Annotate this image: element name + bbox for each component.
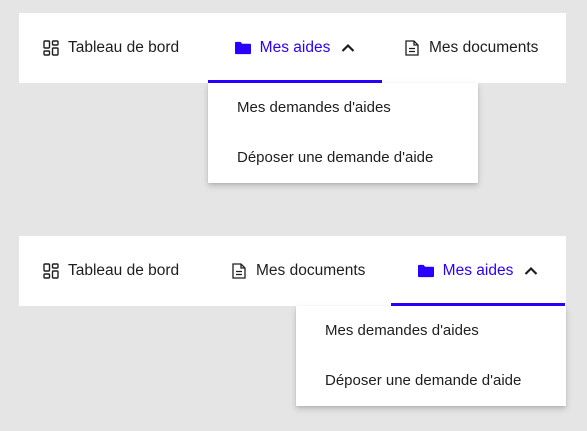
folder-icon: [417, 263, 434, 279]
menu-item-mes-demandes[interactable]: Mes demandes d'aides: [237, 99, 391, 116]
document-icon: [404, 40, 420, 56]
chevron-up-icon[interactable]: [341, 41, 355, 55]
dashboard-icon: [43, 40, 59, 56]
nav-item-mes-aides[interactable]: Mes aides: [391, 236, 565, 306]
nav-item-label: Tableau de bord: [68, 262, 180, 279]
dashboard-icon: [43, 263, 59, 279]
menu-item-mes-demandes[interactable]: Mes demandes d'aides: [325, 322, 479, 339]
nav-item-label: Mes aides: [442, 262, 514, 279]
nav-item-mes-aides[interactable]: Mes aides: [208, 13, 382, 83]
menu-item-deposer-demande[interactable]: Déposer une demande d'aide: [325, 372, 521, 389]
nav-item-label: Mes aides: [259, 39, 331, 56]
dropdown-menu-bottom: Mes demandes d'aides Déposer une demande…: [296, 306, 566, 406]
folder-icon: [234, 40, 251, 56]
navbar-bottom: Tableau de bord Mes documents Mes aides: [19, 236, 566, 306]
menu-item-deposer-demande[interactable]: Déposer une demande d'aide: [237, 149, 433, 166]
nav-item-label: Mes documents: [429, 39, 539, 56]
document-icon: [231, 263, 247, 279]
nav-item-label: Mes documents: [256, 262, 366, 279]
nav-item-mes-documents[interactable]: Mes documents: [231, 236, 381, 306]
nav-item-tableau-de-bord[interactable]: Tableau de bord: [43, 236, 183, 306]
chevron-up-icon[interactable]: [524, 264, 538, 278]
dropdown-menu-top: Mes demandes d'aides Déposer une demande…: [208, 83, 478, 183]
nav-item-label: Tableau de bord: [68, 39, 180, 56]
navbar-top: Tableau de bord Mes aides Mes documents: [19, 13, 566, 83]
nav-item-tableau-de-bord[interactable]: Tableau de bord: [43, 13, 183, 83]
nav-item-mes-documents[interactable]: Mes documents: [404, 13, 554, 83]
